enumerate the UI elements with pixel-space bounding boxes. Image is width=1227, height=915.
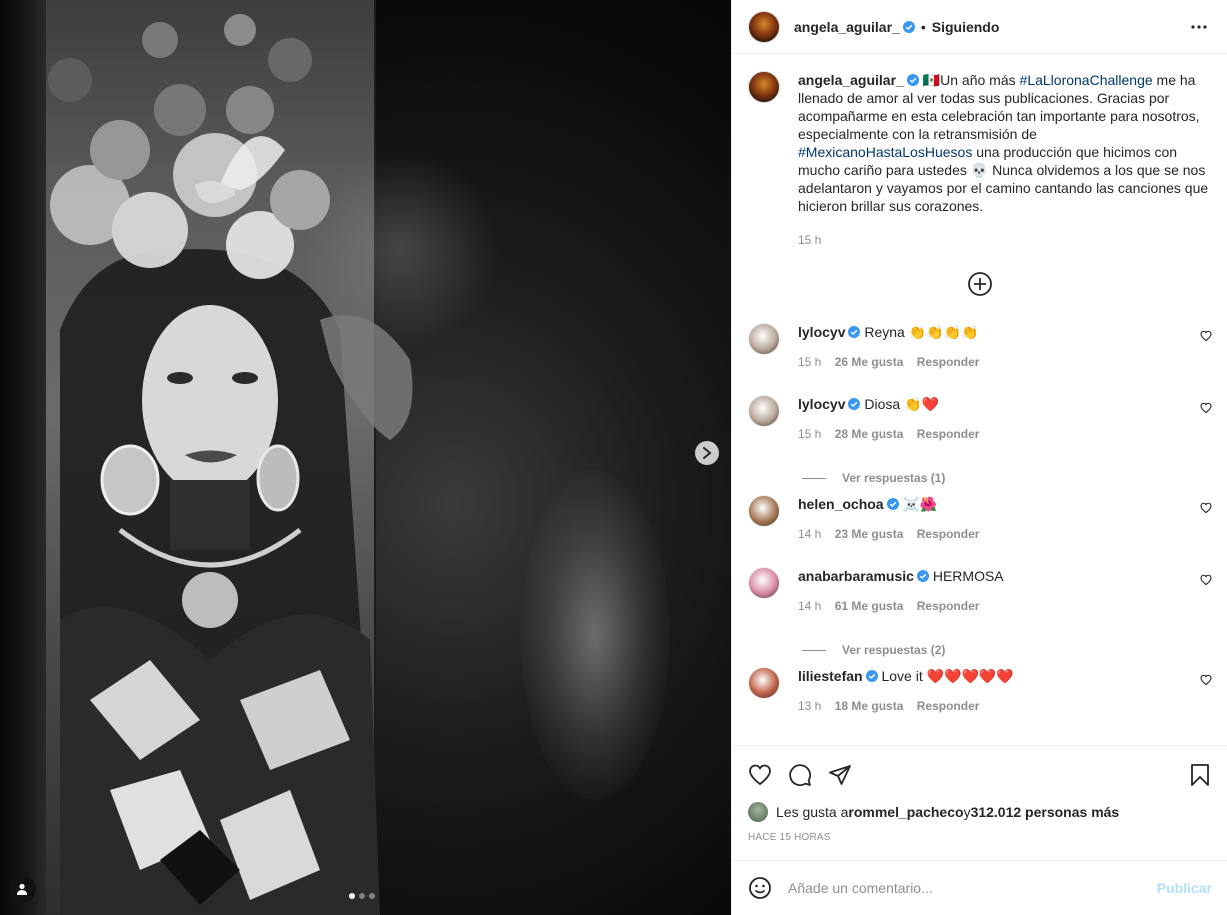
reply-button[interactable]: Responder [917,699,980,713]
next-slide-button[interactable] [695,441,719,465]
comment-time[interactable]: 14 h [798,527,821,541]
save-bookmark-icon[interactable] [1188,763,1212,787]
commenter-avatar[interactable] [748,395,780,427]
post-comment-button[interactable]: Publicar [1157,880,1212,896]
carousel-dot [369,893,375,899]
comment-item: lylocyv Diosa 👏❤️ 15 h 28 Me gusta Respo… [748,395,1212,467]
liker-avatar[interactable] [748,802,768,822]
commenter-username[interactable]: liliestefan [798,668,878,684]
post-timestamp: HACE 15 HORAS [748,832,831,843]
separator-dot: • [920,18,926,35]
verified-badge-icon [902,20,915,33]
reply-button[interactable]: Responder [917,355,980,369]
add-comment-bar: Publicar [732,860,1227,915]
chevron-right-icon [703,447,712,459]
commenter-username[interactable]: lylocyv [798,396,861,412]
liker-username[interactable]: rommel_pacheco [848,804,963,820]
author-avatar[interactable] [748,10,780,43]
emoji-icon[interactable] [748,876,772,900]
tagged-users-button[interactable] [8,875,36,903]
hashtag-link[interactable]: #MexicanoHastaLosHuesos [798,144,972,160]
like-heart-icon[interactable] [748,763,772,787]
view-replies-label: Ver respuestas (2) [842,643,946,657]
user-icon [17,883,27,895]
likes-count[interactable]: 312.012 personas más [971,804,1120,820]
hashtag-link[interactable]: #LaLloronaChallenge [1020,72,1153,88]
likes-mid: y [963,804,971,820]
verified-badge-icon [906,74,919,86]
commenter-avatar[interactable] [748,667,780,699]
comment-time[interactable]: 15 h [798,427,821,441]
verified-badge-icon [848,326,861,338]
comment-item: lylocyv Reyna 👏👏👏👏 15 h 26 Me gusta Resp… [748,323,1212,395]
carousel-indicator [349,893,375,899]
post-header: angela_aguilar_ • Siguiendo [732,0,1227,54]
verified-badge-icon [886,498,899,510]
comment-bubble-icon[interactable] [788,763,812,787]
comment-item: helen_ochoa ☠️🌺 14 h 23 Me gusta Respond… [748,495,1212,567]
comment-time[interactable]: 14 h [798,599,821,613]
verified-badge-icon [848,398,861,410]
comment-item: liliestefan Love it ❤️❤️❤️❤️❤️ 13 h 18 M… [748,667,1212,739]
more-horizontal-icon [1191,24,1207,29]
verified-badge-icon [916,570,929,582]
more-options-button[interactable] [1187,15,1211,39]
comment-text: Love it ❤️❤️❤️❤️❤️ [881,668,1014,684]
reply-button[interactable]: Responder [917,527,980,541]
post-media[interactable] [0,0,731,915]
comment-likes[interactable]: 18 Me gusta [835,699,904,713]
verified-badge-icon [865,670,878,682]
comment-input[interactable] [788,880,1138,896]
caption-text: 🇲🇽Un año más [922,72,1020,88]
comment-text: Diosa 👏❤️ [864,396,939,412]
portrait-photo [48,14,413,915]
carousel-dot-active [349,893,355,899]
commenter-avatar[interactable] [748,323,780,355]
comment-text: HERMOSA [932,568,1004,584]
following-button[interactable]: Siguiendo [932,19,1000,35]
comment-likes[interactable]: 28 Me gusta [835,427,904,441]
post-panel: angela_aguilar_ • Siguiendo angela_aguil… [731,0,1227,915]
caption-time: 15 h [798,233,822,247]
author-username[interactable]: angela_aguilar_ [794,19,915,35]
commenter-username[interactable]: lylocyv [798,324,861,340]
comment-likes[interactable]: 23 Me gusta [835,527,904,541]
commenter-avatar[interactable] [748,567,780,599]
comment-time[interactable]: 15 h [798,355,821,369]
likes-prefix: Les gusta a [776,804,849,820]
comment-like-icon[interactable] [1200,574,1212,586]
comment-like-icon[interactable] [1200,330,1212,342]
caption-username[interactable]: angela_aguilar_ [798,72,919,88]
replies-divider [802,477,826,479]
reply-button[interactable]: Responder [917,427,980,441]
commenter-username[interactable]: helen_ochoa [798,496,899,512]
share-send-icon[interactable] [828,763,852,787]
carousel-dot [359,893,365,899]
view-replies-label: Ver respuestas (1) [842,471,946,485]
comment-likes[interactable]: 26 Me gusta [835,355,904,369]
comment-like-icon[interactable] [1200,502,1212,514]
comment-like-icon[interactable] [1200,674,1212,686]
comment-text: ☠️🌺 [902,496,938,512]
comment-time[interactable]: 13 h [798,699,821,713]
load-more-comments[interactable] [748,271,1212,297]
comment-text: Reyna 👏👏👏👏 [864,324,979,340]
caption-author-avatar[interactable] [748,71,780,103]
comment-item: anabarbaramusic HERMOSA 14 h 61 Me gusta… [748,567,1212,639]
likes-summary: Les gusta a rommel_pacheco y 312.012 per… [748,802,1212,822]
comment-like-icon[interactable] [1200,402,1212,414]
commenter-username[interactable]: anabarbaramusic [798,568,929,584]
post-actions: Les gusta a rommel_pacheco y 312.012 per… [732,745,1227,843]
comment-likes[interactable]: 61 Me gusta [835,599,904,613]
plus-circle-icon [968,272,992,296]
reply-button[interactable]: Responder [917,599,980,613]
post-caption: angela_aguilar_ 🇲🇽Un año más #LaLloronaC… [748,71,1212,249]
commenter-avatar[interactable] [748,495,780,527]
replies-divider [802,649,826,651]
comments-list[interactable]: angela_aguilar_ 🇲🇽Un año más #LaLloronaC… [732,55,1227,745]
